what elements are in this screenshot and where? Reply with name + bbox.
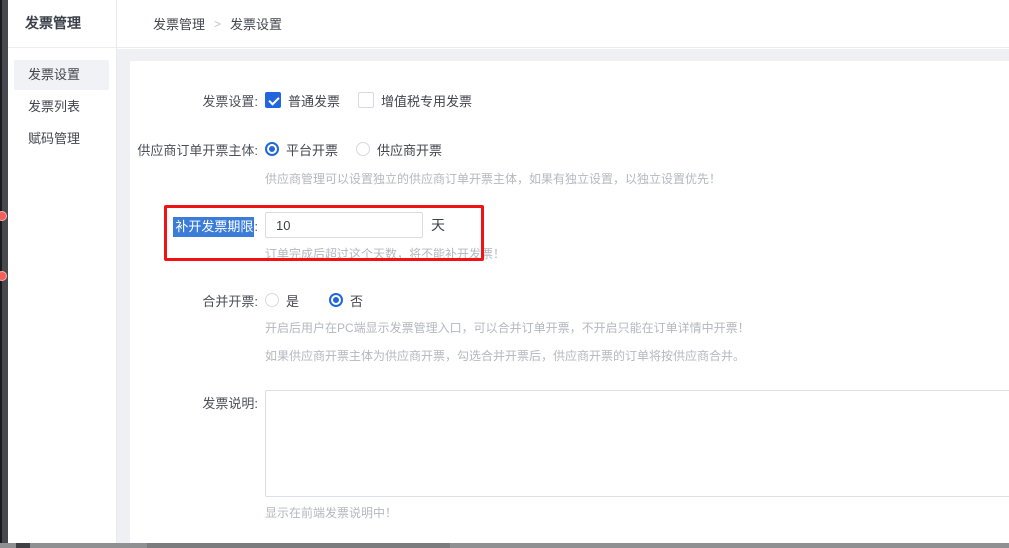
sidebar-title: 发票管理 (8, 0, 116, 48)
scrollbar-corner (16, 543, 30, 548)
supplier-subject-row: 供应商订单开票主体: 平台开票 供应商开票 (130, 140, 1009, 158)
merge-invoice-label: 合并开票: (130, 291, 258, 310)
invoice-setting-row: 发票设置: 普通发票 增值税专用发票 (130, 91, 1009, 109)
label-colon: : (254, 219, 258, 234)
supplier-subject-label: 供应商订单开票主体: (130, 140, 258, 159)
radio-platform-invoicing[interactable] (265, 142, 279, 156)
horizontal-scrollbar[interactable] (0, 543, 1009, 548)
main-area: 发票设置: 普通发票 增值税专用发票 供应商订单开票主体: 平台开票 供应商开票… (117, 49, 1009, 543)
merge-invoice-help-text-1: 开启后用户在PC端显示发票管理入口，可以合并订单开票，不开启只能在订单详情中开票… (265, 320, 750, 336)
breadcrumb-separator-icon: > (214, 17, 221, 31)
breadcrumb-bar: 发票管理 > 发票设置 (117, 0, 1009, 48)
breadcrumb-item-invoice-management[interactable]: 发票管理 (153, 14, 205, 33)
sidebar: 发票管理 发票设置 发票列表 赋码管理 (8, 0, 117, 548)
merge-invoice-row: 合并开票: 是 否 (130, 292, 1009, 308)
radio-merge-yes-label[interactable]: 是 (286, 291, 299, 310)
radio-platform-invoicing-label[interactable]: 平台开票 (286, 140, 338, 159)
invoice-setting-label: 发票设置: (130, 91, 258, 110)
radio-merge-no-label[interactable]: 否 (350, 291, 363, 310)
merge-invoice-help-text-2: 如果供应商开票主体为供应商开票，勾选合并开票后，供应商开票的订单将按供应商合并。 (265, 348, 745, 364)
sidebar-item-invoice-settings[interactable]: 发票设置 (14, 60, 109, 90)
radio-supplier-invoicing-label[interactable]: 供应商开票 (377, 140, 442, 159)
reissue-deadline-unit: 天 (431, 215, 445, 235)
reissue-deadline-input[interactable] (265, 212, 423, 238)
checkbox-vat-special-invoice-label[interactable]: 增值税专用发票 (381, 91, 472, 110)
reissue-deadline-help-text: 订单完成后超过这个天数，将不能补开发票！ (265, 246, 505, 262)
sidebar-item-code-management[interactable]: 赋码管理 (14, 124, 109, 154)
notification-badge (0, 211, 7, 221)
selected-text-highlight: 补开发票期限 (173, 217, 254, 237)
radio-supplier-invoicing[interactable] (356, 142, 370, 156)
reissue-deadline-row: 补开发票期限: 天 (130, 212, 1009, 238)
collapsed-nav-rail (0, 0, 8, 548)
checkbox-ordinary-invoice[interactable] (265, 92, 281, 108)
settings-form-card: 发票设置: 普通发票 增值税专用发票 供应商订单开票主体: 平台开票 供应商开票… (130, 61, 1009, 543)
invoice-note-label: 发票说明: (130, 390, 258, 412)
notification-badge (0, 271, 7, 281)
breadcrumb-item-invoice-settings[interactable]: 发票设置 (230, 14, 282, 33)
checkbox-ordinary-invoice-label[interactable]: 普通发票 (288, 91, 340, 110)
invoice-note-help-text: 显示在前端发票说明中！ (265, 505, 397, 521)
checkbox-vat-special-invoice[interactable] (358, 92, 374, 108)
sidebar-menu: 发票设置 发票列表 赋码管理 (8, 48, 116, 154)
supplier-subject-help-text: 供应商管理可以设置独立的供应商订单开票主体，如果有独立设置，以独立设置优先！ (265, 171, 721, 187)
radio-merge-yes[interactable] (265, 293, 279, 307)
invoice-note-textarea[interactable] (265, 390, 1009, 497)
reissue-deadline-label: 补开发票期限: (130, 216, 258, 235)
sidebar-item-invoice-list[interactable]: 发票列表 (14, 92, 109, 122)
radio-merge-no[interactable] (329, 293, 343, 307)
horizontal-scrollbar-thumb[interactable] (147, 543, 450, 548)
